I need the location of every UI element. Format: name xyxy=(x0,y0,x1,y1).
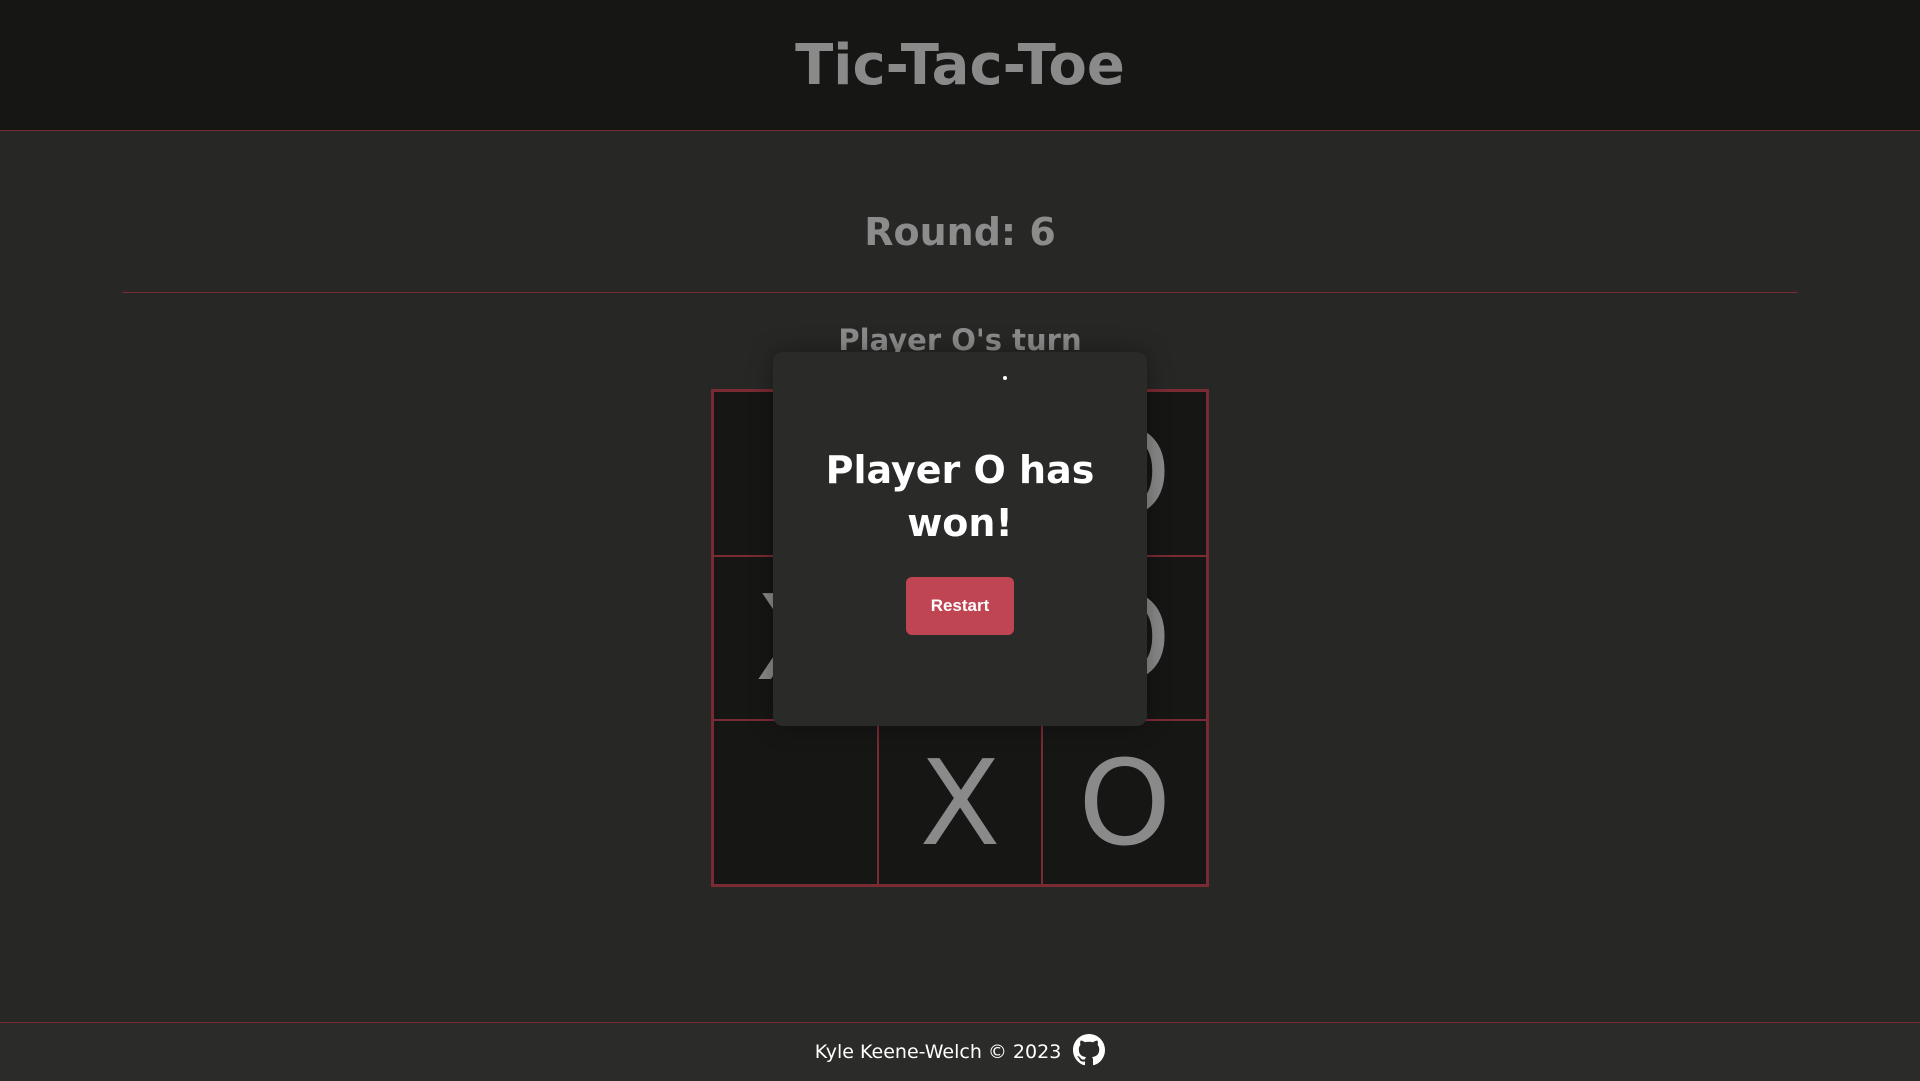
app-title: Tic-Tac-Toe xyxy=(795,32,1125,98)
github-icon xyxy=(1073,1034,1106,1070)
board-cell-8[interactable]: X xyxy=(877,720,1043,885)
modal-dot xyxy=(1003,376,1007,380)
site-header: Tic-Tac-Toe xyxy=(0,0,1920,131)
board-cell-7[interactable] xyxy=(713,720,878,885)
divider xyxy=(122,292,1798,293)
round-counter: Round: 6 xyxy=(864,210,1056,254)
site-footer: Kyle Keene-Welch © 2023 xyxy=(0,1022,1920,1081)
github-link[interactable] xyxy=(1073,1034,1106,1070)
game-over-modal: Player O has won! Restart xyxy=(773,352,1147,726)
restart-button[interactable]: Restart xyxy=(906,577,1014,635)
winner-message: Player O has won! xyxy=(825,448,1095,545)
footer-credit: Kyle Keene-Welch © 2023 xyxy=(814,1041,1062,1063)
board-cell-9[interactable]: O xyxy=(1042,720,1207,885)
